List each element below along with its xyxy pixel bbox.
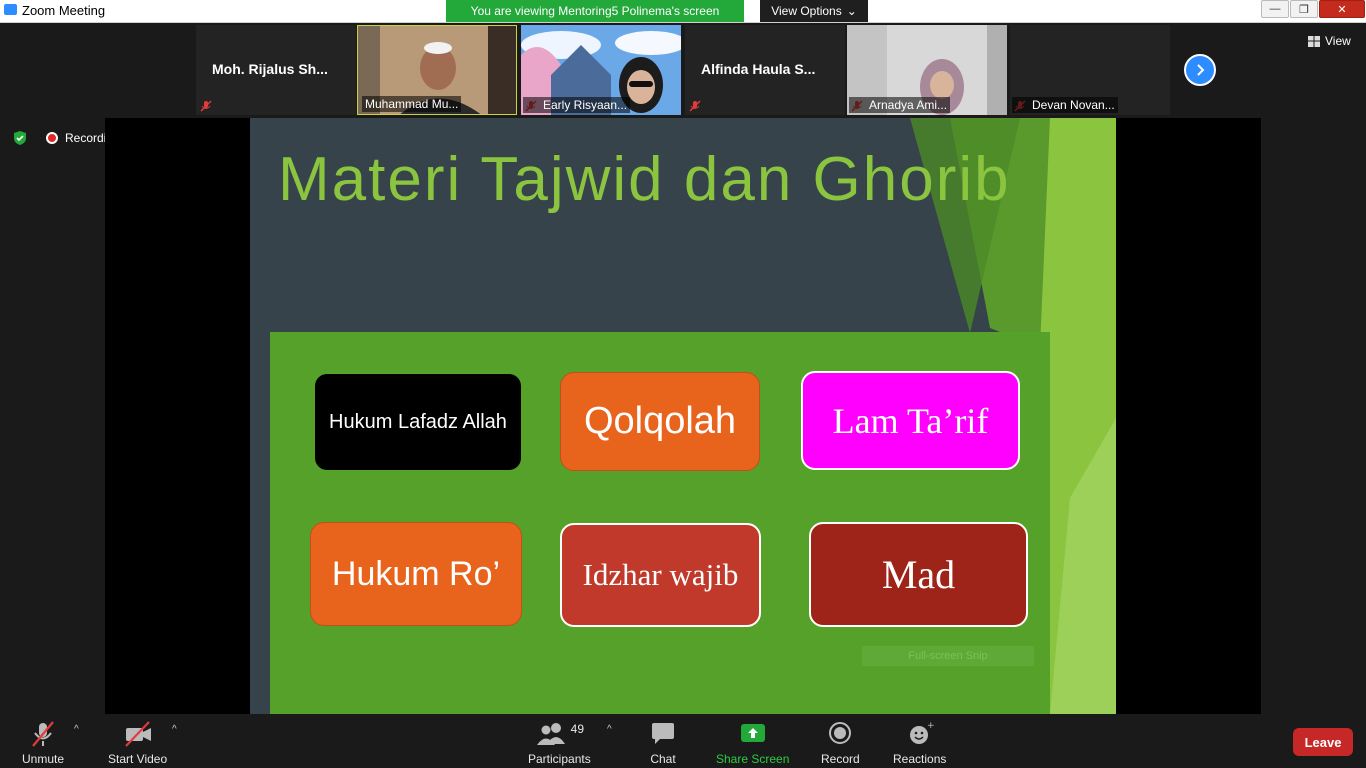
topic-card-label: Qolqolah: [583, 400, 737, 442]
chevron-up-icon: ^: [607, 724, 612, 735]
participant-tile[interactable]: Arnadya Ami...: [847, 25, 1007, 115]
leave-button[interactable]: Leave: [1293, 728, 1353, 756]
participants-options-caret[interactable]: ^: [607, 724, 612, 735]
topic-card-hukum-ro: Hukum Ro’: [310, 522, 522, 626]
zoom-app-icon: [4, 4, 17, 15]
record-label: Record: [821, 752, 860, 766]
video-off-icon: [124, 721, 151, 747]
chat-button[interactable]: Chat: [650, 720, 676, 766]
unmute-label: Unmute: [22, 752, 65, 766]
participant-name: Arnadya Ami...: [849, 97, 951, 113]
participant-tile-active[interactable]: Muhammad Mu...: [357, 25, 517, 115]
participant-name: Moh. Rijalus Sh...: [212, 61, 328, 77]
reactions-icon: +: [909, 721, 934, 744]
restore-icon: ❐: [1299, 3, 1309, 16]
muted-mic-icon: [200, 100, 212, 112]
chat-icon: [652, 723, 674, 744]
reactions-button[interactable]: + Reactions: [893, 720, 946, 766]
start-video-button[interactable]: Start Video: [108, 720, 167, 766]
close-icon: ✕: [1337, 3, 1347, 16]
start-video-label: Start Video: [108, 752, 168, 766]
reactions-label: Reactions: [893, 752, 947, 766]
chat-label: Chat: [650, 752, 676, 766]
chevron-down-icon: ⌄: [846, 4, 857, 18]
view-label: View: [1325, 34, 1351, 48]
meeting-toolbar: [0, 715, 1366, 768]
minimize-button[interactable]: —: [1261, 0, 1289, 18]
share-screen-icon: [740, 724, 765, 742]
topic-card-label: Mad: [881, 552, 956, 597]
muted-mic-icon: [32, 721, 54, 747]
encryption-shield-icon[interactable]: [12, 130, 28, 146]
participants-count: 49: [570, 722, 585, 736]
participant-name: Alfinda Haula S...: [701, 61, 816, 77]
view-button[interactable]: View: [1308, 34, 1351, 48]
full-screen-snip-overlay: Full-screen Snip: [862, 646, 1034, 666]
share-screen-button[interactable]: Share Screen: [716, 720, 789, 766]
record-button[interactable]: Record: [821, 720, 860, 766]
topic-card-mad: Mad: [809, 522, 1028, 627]
topic-card-label: Hukum Ro’: [331, 554, 501, 593]
participants-icon: [536, 723, 565, 745]
topic-card-label: Lam Ta’rif: [832, 400, 989, 441]
topic-card-lam-tarif: Lam Ta’rif: [801, 371, 1020, 470]
view-options-button[interactable]: View Options ⌄: [760, 0, 868, 22]
topic-card-label: Hukum Lafadz Allah: [329, 410, 507, 433]
slide-title: Materi Tajwid dan Ghorib: [278, 145, 1011, 214]
topic-card-label: Idzhar wajib: [582, 557, 739, 592]
participant-name: Devan Novan...: [1012, 97, 1118, 113]
video-options-caret[interactable]: ^: [172, 724, 177, 735]
close-button[interactable]: ✕: [1319, 0, 1365, 18]
viewing-screen-banner: You are viewing Mentoring5 Polinema's sc…: [446, 0, 744, 22]
view-options-label: View Options: [771, 4, 842, 18]
participant-tile[interactable]: Devan Novan...: [1010, 25, 1170, 115]
window-title: Zoom Meeting: [22, 3, 106, 18]
topic-card-qolqolah: Qolqolah: [560, 372, 760, 471]
minimize-icon: —: [1269, 3, 1281, 15]
participant-tile[interactable]: Early Risyaan...: [521, 25, 681, 115]
grid-view-icon: [1308, 35, 1320, 47]
chevron-up-icon: ^: [74, 724, 79, 735]
unmute-button[interactable]: Unmute: [22, 720, 64, 766]
topic-card-hukum-lafadz-allah: Hukum Lafadz Allah: [315, 374, 521, 470]
participant-name: Early Risyaan...: [523, 97, 631, 113]
topic-card-idzhar-wajib: Idzhar wajib: [560, 523, 761, 627]
recording-dot-icon: [46, 132, 58, 144]
restore-button[interactable]: ❐: [1290, 0, 1318, 18]
participant-tile[interactable]: Moh. Rijalus Sh...: [196, 25, 356, 115]
participants-label: Participants: [528, 752, 591, 766]
next-page-button[interactable]: [1184, 54, 1216, 86]
chevron-right-icon: [1197, 64, 1205, 76]
muted-mic-icon: [689, 100, 701, 112]
participant-name: Muhammad Mu...: [362, 96, 462, 112]
record-icon: [829, 722, 852, 744]
chevron-up-icon: ^: [172, 724, 177, 735]
participant-tile[interactable]: Alfinda Haula S...: [685, 25, 845, 115]
share-screen-label: Share Screen: [716, 752, 790, 766]
svg-text:+: +: [927, 721, 934, 731]
participants-button[interactable]: 49 Participants: [528, 720, 591, 766]
audio-options-caret[interactable]: ^: [74, 724, 79, 735]
